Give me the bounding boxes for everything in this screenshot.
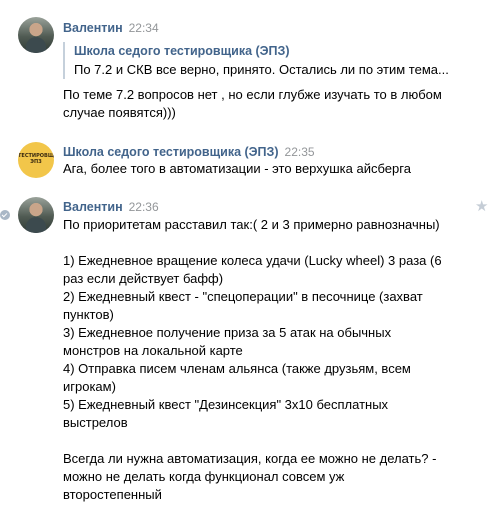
message-time[interactable]: 22:34 (129, 21, 159, 35)
message-time[interactable]: 22:35 (285, 145, 315, 159)
quote-author: Школа седого тестировщика (ЭПЗ) (74, 44, 290, 58)
avatar-valentin[interactable] (18, 197, 54, 233)
avatar-valentin[interactable] (18, 17, 54, 53)
message-header: Валентин 22:36 (63, 199, 159, 215)
message-text: По теме 7.2 вопросов нет , но если глубж… (63, 87, 442, 120)
reply-quote[interactable]: Школа седого тестировщика (ЭПЗ) По 7.2 и… (63, 42, 459, 79)
read-check-icon[interactable] (0, 210, 10, 220)
avatar-logo-text: ТЕСТИРОВЩИК ЭПЗ (18, 153, 54, 165)
message-time[interactable]: 22:36 (129, 200, 159, 214)
star-icon[interactable]: ★ (475, 199, 488, 215)
quote-text: По 7.2 и СКВ все верно, принято. Осталис… (74, 62, 449, 77)
message-text: По приоритетам расставил так:( 2 и 3 при… (63, 217, 442, 502)
message-header: Школа седого тестировщика (ЭПЗ) 22:35 (63, 144, 315, 160)
author-name[interactable]: Школа седого тестировщика (ЭПЗ) (63, 145, 279, 159)
author-name[interactable]: Валентин (63, 200, 123, 214)
message-header: Валентин 22:34 (63, 20, 159, 36)
author-name[interactable]: Валентин (63, 21, 123, 35)
avatar-school[interactable]: ТЕСТИРОВЩИК ЭПЗ (18, 142, 54, 178)
message-text: Ага, более того в автоматизации - это ве… (63, 161, 411, 176)
